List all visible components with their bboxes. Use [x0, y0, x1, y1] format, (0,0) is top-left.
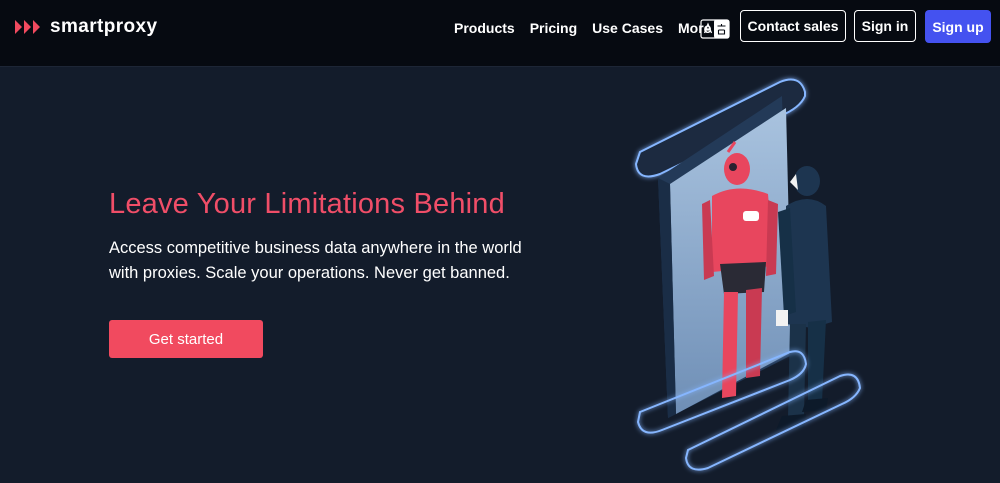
nav-products[interactable]: Products — [454, 20, 515, 36]
top-navbar: smartproxy Products Pricing Use Cases Mo… — [0, 0, 1000, 67]
translate-icon[interactable] — [700, 19, 730, 39]
sign-up-button[interactable]: Sign up — [925, 10, 991, 43]
hero-subtitle-line-2: with proxies. Scale your operations. Nev… — [109, 264, 510, 282]
smartproxy-logo-icon — [15, 20, 40, 34]
hero-illustration — [634, 78, 862, 471]
nav-use-cases[interactable]: Use Cases — [592, 20, 663, 36]
hero-subtitle-line-1: Access competitive business data anywher… — [109, 239, 522, 257]
logo[interactable]: smartproxy — [14, 16, 158, 38]
get-started-button[interactable]: Get started — [109, 320, 263, 358]
nav-pricing[interactable]: Pricing — [530, 20, 577, 36]
hero-title: Leave Your Limitations Behind — [109, 188, 505, 220]
contact-sales-button[interactable]: Contact sales — [740, 10, 846, 42]
nav-links: Products Pricing Use Cases More — [454, 20, 726, 36]
logo-text: smartproxy — [50, 16, 158, 37]
hero-subtitle: Access competitive business data anywher… — [109, 236, 579, 286]
sign-in-button[interactable]: Sign in — [854, 10, 916, 42]
